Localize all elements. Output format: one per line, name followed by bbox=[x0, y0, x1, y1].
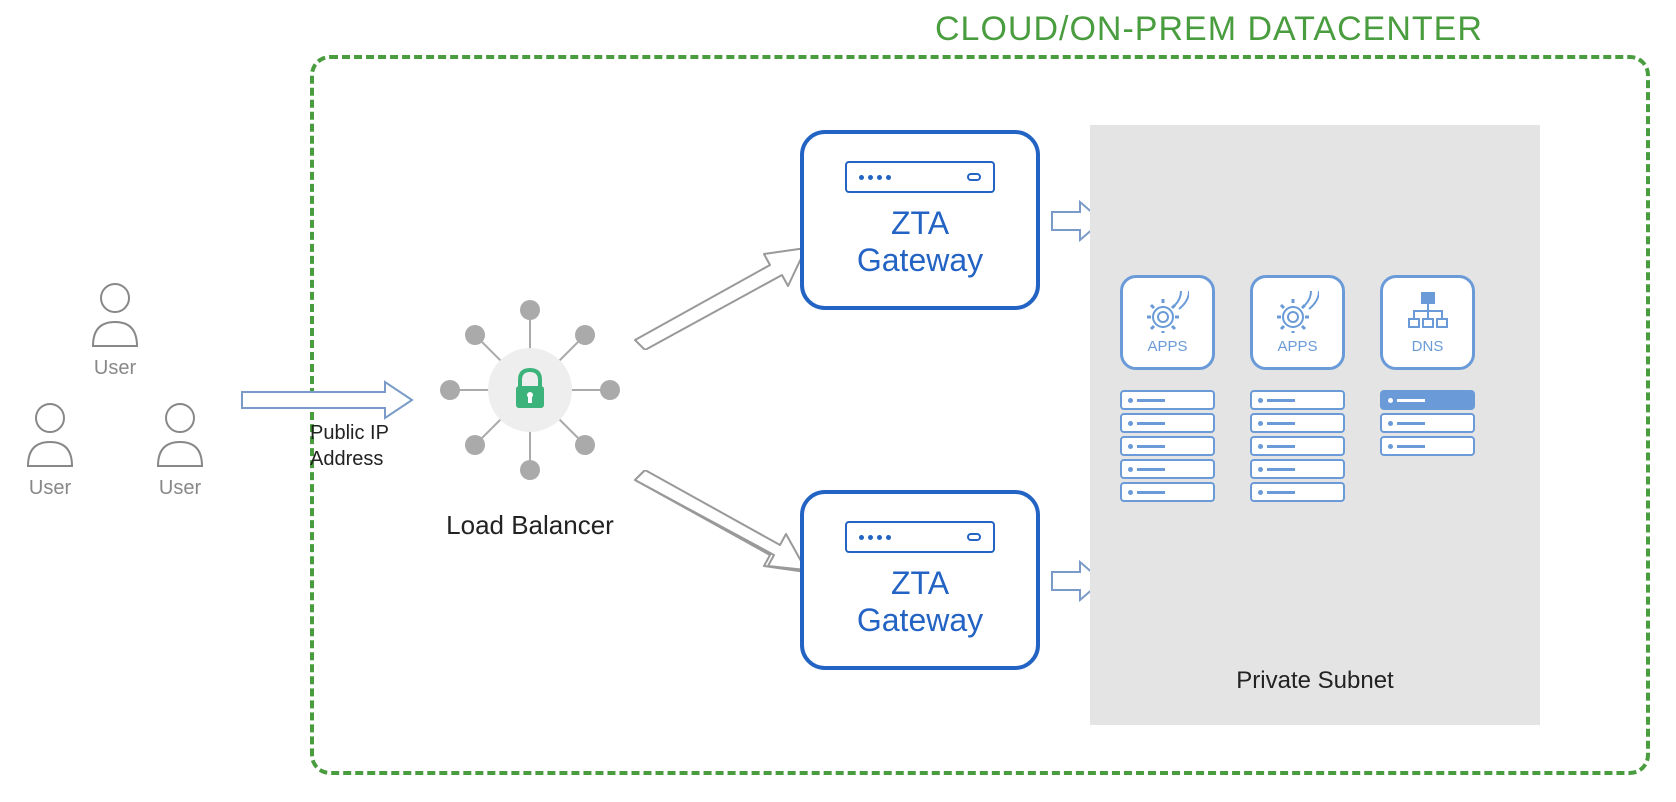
user-3: User bbox=[150, 400, 210, 500]
zta-gateway-1: ZTAGateway bbox=[800, 130, 1040, 310]
gateway-device-icon bbox=[845, 521, 995, 553]
user-icon bbox=[85, 280, 145, 350]
server-stack-3 bbox=[1380, 390, 1475, 456]
user-icon bbox=[20, 400, 80, 470]
arrow-lb-to-gateway-2 bbox=[630, 470, 810, 580]
gear-broadcast-icon bbox=[1147, 291, 1189, 333]
zta-gateway-2: ZTAGateway bbox=[800, 490, 1040, 670]
user-2: User bbox=[20, 400, 80, 500]
gear-broadcast-icon bbox=[1277, 291, 1319, 333]
user-label-1: User bbox=[85, 357, 145, 380]
private-subnet: APPS bbox=[1090, 125, 1540, 725]
apps-box-2: APPS bbox=[1250, 275, 1345, 370]
gateway-label-1: ZTAGateway bbox=[857, 205, 983, 279]
public-ip-line1: Public IP bbox=[310, 422, 389, 444]
load-balancer-icon bbox=[420, 280, 640, 500]
user-icon bbox=[150, 400, 210, 470]
arrow-lb-to-gateway-1 bbox=[630, 240, 810, 350]
server-stack-2 bbox=[1250, 390, 1345, 502]
load-balancer: Load Balancer bbox=[420, 280, 640, 541]
subnet-col-dns: DNS bbox=[1380, 275, 1475, 502]
dns-label: DNS bbox=[1412, 338, 1444, 355]
public-ip-line2: Address bbox=[310, 448, 383, 470]
user-1: User bbox=[85, 280, 145, 380]
public-ip-label: Public IP Address bbox=[310, 420, 389, 472]
apps-box-1: APPS bbox=[1120, 275, 1215, 370]
apps-label-2: APPS bbox=[1277, 338, 1317, 355]
load-balancer-label: Load Balancer bbox=[420, 510, 640, 541]
gateway-label-2: ZTAGateway bbox=[857, 565, 983, 639]
server-stack-1 bbox=[1120, 390, 1215, 502]
private-subnet-label: Private Subnet bbox=[1090, 667, 1540, 695]
subnet-col-apps-1: APPS bbox=[1120, 275, 1215, 502]
dns-box: DNS bbox=[1380, 275, 1475, 370]
arrow-users-to-lb bbox=[240, 380, 415, 420]
subnet-col-apps-2: APPS bbox=[1250, 275, 1345, 502]
apps-label-1: APPS bbox=[1147, 338, 1187, 355]
datacenter-title: CLOUD/ON-PREM DATACENTER bbox=[935, 10, 1483, 49]
user-label-3: User bbox=[150, 477, 210, 500]
user-label-2: User bbox=[20, 477, 80, 500]
gateway-device-icon bbox=[845, 161, 995, 193]
architecture-diagram: CLOUD/ON-PREM DATACENTER User User User bbox=[0, 0, 1676, 802]
network-tree-icon bbox=[1407, 291, 1449, 333]
